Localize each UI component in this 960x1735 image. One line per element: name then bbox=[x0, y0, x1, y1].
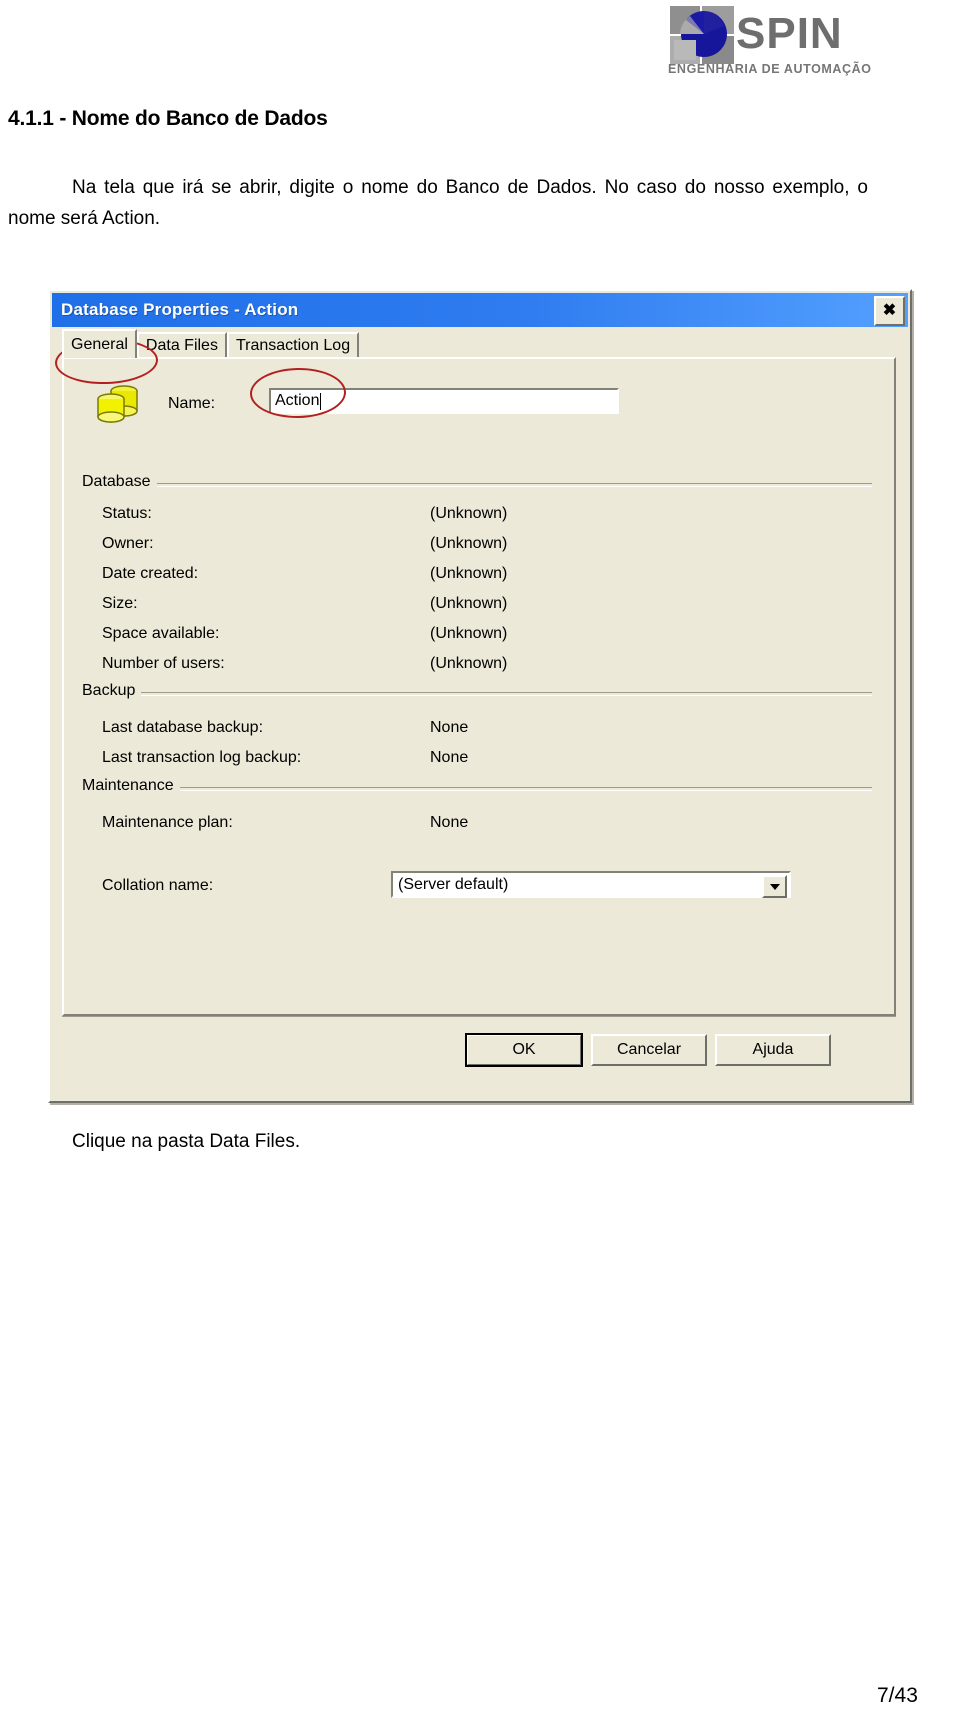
tab-transaction-log-label: Transaction Log bbox=[235, 337, 351, 354]
page-number: 7/43 bbox=[877, 1684, 918, 1707]
row-last-database-backup-key: Last database backup: bbox=[102, 719, 264, 736]
collation-name-select[interactable]: (Server default) bbox=[391, 871, 791, 898]
spin-circle-icon bbox=[666, 4, 740, 66]
tab-general[interactable]: General bbox=[62, 329, 137, 358]
row-status-key: Status: bbox=[102, 505, 152, 522]
name-label: Name: bbox=[168, 395, 216, 412]
tab-panel-general: Name: Action Database Status: (Unknown) … bbox=[62, 357, 896, 1016]
row-date-created: Date created: (Unknown) bbox=[102, 565, 862, 587]
page-title: 4.1.1 - Nome do Banco de Dados bbox=[8, 107, 328, 130]
tab-data-files-label: Data Files bbox=[145, 337, 218, 354]
row-size-value: (Unknown) bbox=[430, 595, 508, 612]
collation-name-value: (Server default) bbox=[398, 875, 509, 893]
row-owner-key: Owner: bbox=[102, 535, 154, 552]
group-maintenance: Maintenance bbox=[82, 777, 872, 801]
help-button[interactable]: Ajuda bbox=[715, 1034, 831, 1066]
group-divider bbox=[82, 483, 872, 487]
row-maintenance-plan-value: None bbox=[430, 814, 469, 831]
dialog-titlebar: Database Properties - Action ✖ bbox=[52, 293, 908, 327]
row-owner-value: (Unknown) bbox=[430, 535, 508, 552]
row-number-of-users-value: (Unknown) bbox=[430, 655, 508, 672]
row-status-value: (Unknown) bbox=[430, 505, 508, 522]
group-database-label: Database bbox=[82, 473, 157, 491]
database-cylinder-icon bbox=[97, 385, 138, 423]
row-space-available-key: Space available: bbox=[102, 625, 220, 642]
row-date-created-value: (Unknown) bbox=[430, 565, 508, 582]
cancel-button[interactable]: Cancelar bbox=[591, 1034, 707, 1066]
spin-logo: SPIN ENGENHARIA DE AUTOMAÇÃO bbox=[666, 4, 898, 82]
intro-paragraph: Na tela que irá se abrir, digite o nome … bbox=[8, 177, 868, 229]
row-status: Status: (Unknown) bbox=[102, 505, 862, 527]
row-number-of-users: Number of users: (Unknown) bbox=[102, 655, 862, 677]
row-collation-name-key: Collation name: bbox=[102, 877, 214, 894]
database-properties-dialog: Database Properties - Action ✖ General D… bbox=[48, 289, 912, 1103]
group-maintenance-label: Maintenance bbox=[82, 777, 180, 795]
row-last-database-backup: Last database backup: None bbox=[102, 719, 862, 741]
chevron-down-icon[interactable] bbox=[762, 875, 787, 898]
dialog-button-bar: OK Cancelar Ajuda bbox=[62, 1016, 896, 1087]
logo-wordmark: SPIN bbox=[736, 9, 843, 58]
ok-button[interactable]: OK bbox=[465, 1033, 583, 1067]
row-last-transaction-log-backup: Last transaction log backup: None bbox=[102, 749, 862, 771]
row-last-transaction-log-backup-value: None bbox=[430, 749, 469, 766]
row-maintenance-plan-key: Maintenance plan: bbox=[102, 814, 233, 831]
tab-transaction-log[interactable]: Transaction Log bbox=[226, 332, 360, 358]
group-backup-label: Backup bbox=[82, 682, 142, 700]
group-database: Database bbox=[82, 473, 872, 497]
group-backup: Backup bbox=[82, 682, 872, 706]
row-last-database-backup-value: None bbox=[430, 719, 469, 736]
group-divider bbox=[82, 692, 872, 696]
logo-tagline: ENGENHARIA DE AUTOMAÇÃO bbox=[668, 62, 872, 76]
footer-note: Clique na pasta Data Files. bbox=[72, 1131, 301, 1152]
row-owner: Owner: (Unknown) bbox=[102, 535, 862, 557]
dialog-title: Database Properties - Action bbox=[61, 300, 299, 319]
row-maintenance-plan: Maintenance plan: None bbox=[102, 814, 862, 836]
row-date-created-key: Date created: bbox=[102, 565, 199, 582]
row-size: Size: (Unknown) bbox=[102, 595, 862, 617]
row-size-key: Size: bbox=[102, 595, 138, 612]
row-number-of-users-key: Number of users: bbox=[102, 655, 225, 672]
tab-general-label: General bbox=[71, 335, 128, 353]
row-space-available: Space available: (Unknown) bbox=[102, 625, 862, 647]
close-icon[interactable]: ✖ bbox=[874, 296, 905, 326]
group-divider bbox=[82, 787, 872, 791]
tabstrip: General Data Files Transaction Log bbox=[62, 329, 360, 358]
chevron-down-glyph bbox=[769, 883, 780, 890]
row-space-available-value: (Unknown) bbox=[430, 625, 508, 642]
row-last-transaction-log-backup-key: Last transaction log backup: bbox=[102, 749, 302, 766]
